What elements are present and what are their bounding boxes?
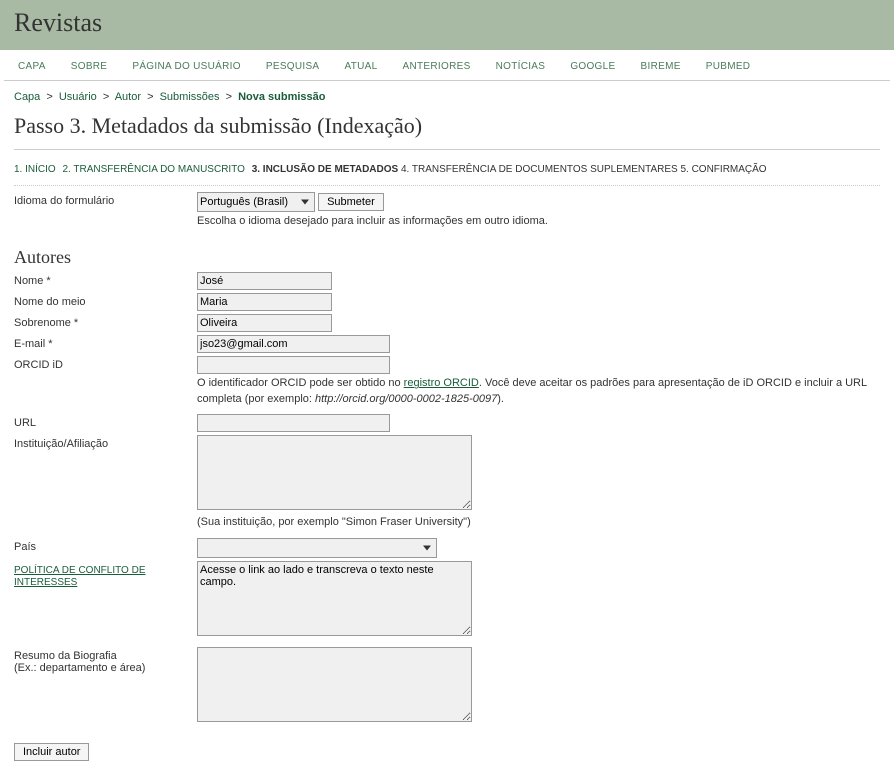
email-input[interactable] bbox=[197, 335, 390, 353]
authors-heading: Autores bbox=[14, 247, 880, 268]
nav-capa[interactable]: CAPA bbox=[18, 61, 46, 72]
breadcrumb: Capa > Usuário > Autor > Submissões > No… bbox=[14, 87, 880, 111]
pais-select[interactable] bbox=[197, 538, 437, 558]
form-language-select[interactable]: Português (Brasil) bbox=[197, 192, 315, 212]
nome-label: Nome * bbox=[14, 272, 197, 287]
bio-textarea[interactable] bbox=[197, 647, 472, 722]
nav-noticias[interactable]: NOTÍCIAS bbox=[496, 61, 546, 72]
submission-steps: 1. INÍCIO 2. TRANSFERÊNCIA DO MANUSCRITO… bbox=[14, 160, 880, 186]
crumb-autor[interactable]: Autor bbox=[115, 91, 141, 103]
url-input[interactable] bbox=[197, 414, 390, 432]
conflito-textarea[interactable]: Acesse o link ao lado e transcreva o tex… bbox=[197, 561, 472, 636]
main-nav: CAPA SOBRE PÁGINA DO USUÁRIO PESQUISA AT… bbox=[4, 50, 890, 81]
nav-pubmed[interactable]: PUBMED bbox=[706, 61, 751, 72]
afiliacao-label: Instituição/Afiliação bbox=[14, 435, 197, 450]
crumb-submissoes[interactable]: Submissões bbox=[160, 91, 220, 103]
form-language-note: Escolha o idioma desejado para incluir a… bbox=[197, 214, 880, 229]
meio-label: Nome do meio bbox=[14, 293, 197, 308]
afiliacao-textarea[interactable] bbox=[197, 435, 472, 510]
step-3: 3. INCLUSÃO DE METADADOS bbox=[252, 164, 399, 175]
crumb-current: Nova submissão bbox=[238, 91, 325, 103]
conflito-link[interactable]: POLÍTICA DE CONFLITO DE INTERESSES bbox=[14, 565, 146, 588]
nav-anteriores[interactable]: ANTERIORES bbox=[403, 61, 471, 72]
step-1[interactable]: 1. INÍCIO bbox=[14, 164, 56, 175]
step-2[interactable]: 2. TRANSFERÊNCIA DO MANUSCRITO bbox=[62, 164, 244, 175]
nav-pagina-usuario[interactable]: PÁGINA DO USUÁRIO bbox=[132, 61, 240, 72]
nav-google[interactable]: GOOGLE bbox=[570, 61, 615, 72]
step-5: 5. CONFIRMAÇÃO bbox=[680, 164, 766, 175]
form-language-submit[interactable]: Submeter bbox=[318, 193, 384, 211]
crumb-usuario[interactable]: Usuário bbox=[59, 91, 97, 103]
main-content: Capa > Usuário > Autor > Submissões > No… bbox=[0, 81, 894, 781]
email-label: E-mail * bbox=[14, 335, 197, 350]
sobrenome-label: Sobrenome * bbox=[14, 314, 197, 329]
crumb-capa[interactable]: Capa bbox=[14, 91, 40, 103]
nav-pesquisa[interactable]: PESQUISA bbox=[266, 61, 320, 72]
orcid-note: O identificador ORCID pode ser obtido no… bbox=[197, 376, 880, 407]
sobrenome-input[interactable] bbox=[197, 314, 332, 332]
nav-bireme[interactable]: BIREME bbox=[641, 61, 681, 72]
meio-input[interactable] bbox=[197, 293, 332, 311]
step-4: 4. TRANSFERÊNCIA DE DOCUMENTOS SUPLEMENT… bbox=[401, 164, 678, 175]
page-title: Passo 3. Metadados da submissão (Indexaç… bbox=[14, 113, 880, 150]
afiliacao-hint: (Sua instituição, por exemplo "Simon Fra… bbox=[197, 515, 880, 530]
orcid-register-link[interactable]: registro ORCID bbox=[404, 377, 479, 389]
add-author-button[interactable]: Incluir autor bbox=[14, 743, 89, 761]
page-header: Revistas bbox=[0, 0, 894, 50]
url-label: URL bbox=[14, 414, 197, 429]
bio-label: Resumo da Biografia (Ex.: departamento e… bbox=[14, 647, 197, 674]
form-language-row: Idioma do formulário Português (Brasil) … bbox=[14, 192, 880, 233]
orcid-label: ORCID iD bbox=[14, 356, 197, 371]
pais-label: País bbox=[14, 538, 197, 553]
nav-sobre[interactable]: SOBRE bbox=[71, 61, 108, 72]
orcid-input[interactable] bbox=[197, 356, 390, 374]
nav-atual[interactable]: ATUAL bbox=[344, 61, 377, 72]
site-title: Revistas bbox=[14, 8, 880, 38]
nome-input[interactable] bbox=[197, 272, 332, 290]
form-language-label: Idioma do formulário bbox=[14, 192, 197, 207]
